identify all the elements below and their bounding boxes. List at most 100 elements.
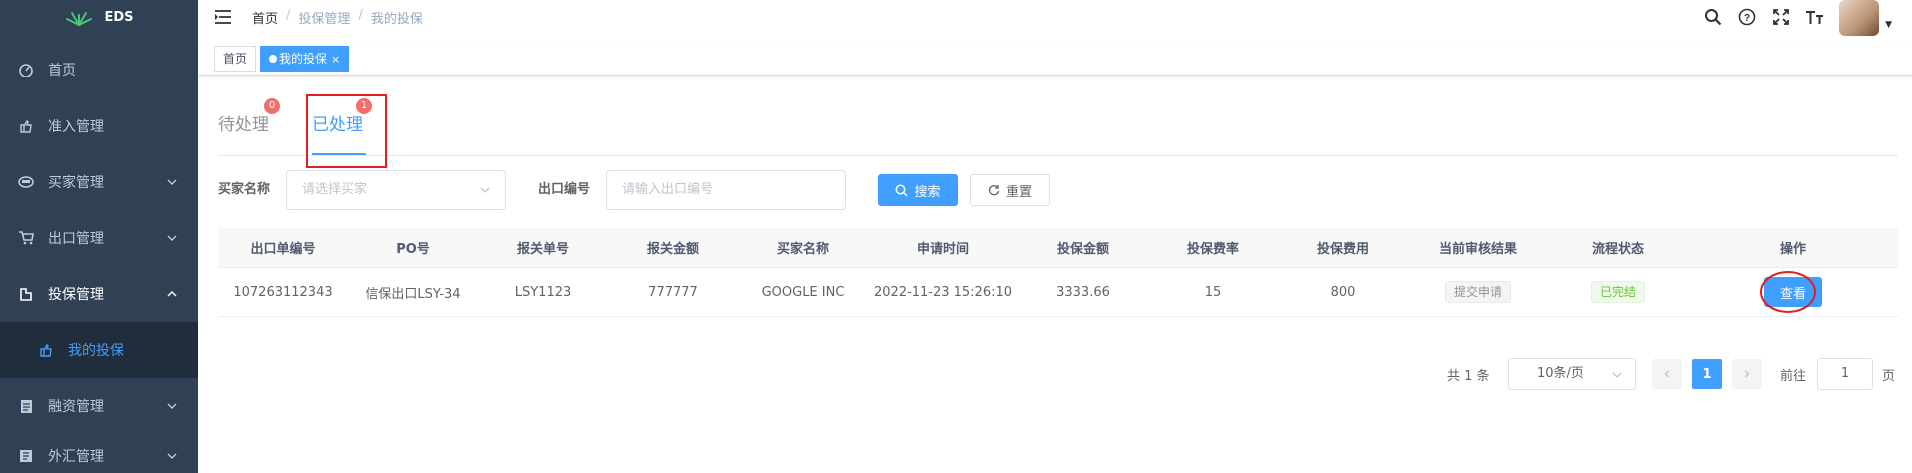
active-dot-icon (269, 55, 277, 63)
sidebar-item-insurance[interactable]: 投保管理 (0, 266, 198, 322)
sidebar-item-label: 融资管理 (48, 399, 104, 415)
sidebar-item-export[interactable]: 出口管理 (0, 210, 198, 266)
sidebar-item-label: 投保管理 (48, 287, 104, 303)
page-size-value: 10条/页 (1537, 366, 1584, 381)
column-header: 投保费用 (1316, 242, 1369, 257)
cell-po: 信保出口LSY-34 (365, 286, 461, 302)
chevron-down-icon (167, 179, 177, 185)
cell-customs-no: LSY1123 (514, 284, 572, 300)
total-count: 共 1 条 (1447, 368, 1490, 384)
tag-label: 我的投保 (279, 52, 328, 66)
export-no-label: 出口编号 (538, 182, 591, 197)
reset-button[interactable]: 重置 (970, 174, 1050, 206)
tag-home[interactable]: 首页 (214, 46, 257, 72)
column-header: 买家名称 (776, 242, 829, 257)
sidebar-item-home[interactable]: 首页 (0, 42, 198, 98)
view-button[interactable]: 查看 (1760, 271, 1822, 313)
sidebar-item-label: 买家管理 (48, 175, 104, 191)
column-header: PO号 (396, 242, 430, 257)
breadcrumb: 首页 / 投保管理 / 我的投保 (252, 8, 423, 27)
next-page-button[interactable] (1732, 359, 1762, 389)
document-icon (18, 398, 34, 414)
top-navbar: 首页 / 投保管理 / 我的投保 ? ▼ (198, 0, 1912, 36)
search-button[interactable]: 搜索 (878, 174, 958, 206)
sidebar-item-label: 出口管理 (48, 231, 104, 247)
cell-apply-time: 2022-11-23 15:26:10 (873, 284, 1013, 300)
font-size-icon[interactable] (1805, 7, 1825, 27)
cell-review-result: 提交申请 (1408, 268, 1548, 316)
page-size-select[interactable]: 10条/页 (1508, 358, 1636, 390)
app-logo: EDS (0, 0, 198, 34)
hand-icon (18, 118, 34, 134)
avatar[interactable] (1839, 0, 1880, 36)
cell-insured-amount: 3333.66 (1056, 284, 1110, 300)
breadcrumb-home[interactable]: 首页 (252, 8, 278, 27)
sidebar-item-buyer[interactable]: 买家管理 (0, 154, 198, 210)
exchange-icon (18, 448, 34, 464)
search-icon (896, 184, 909, 197)
buyer-select-placeholder: 请选择买家 (302, 182, 368, 197)
caret-down-icon[interactable]: ▼ (1885, 20, 1892, 30)
sidebar-item-forex[interactable]: 外汇管理 (0, 428, 198, 473)
cell-export-no: 107263112343 (233, 284, 333, 300)
sidebar: EDS 首页 准入管理 买家管理 出口管理 投保管理 我的投保 融资管理 外汇管… (0, 0, 198, 473)
sidebar-item-label: 我的投保 (68, 343, 124, 359)
breadcrumb-insurance: 投保管理 (298, 11, 351, 27)
chevron-down-icon (480, 187, 490, 193)
review-status-badge: 提交申请 (1444, 281, 1511, 303)
column-header: 出口单编号 (250, 242, 316, 257)
column-header: 投保费率 (1186, 242, 1239, 257)
chevron-down-icon (167, 235, 177, 241)
sidebar-item-label: 外汇管理 (48, 449, 104, 465)
flow-status-badge: 已完结 (1590, 281, 1645, 303)
prev-page-button[interactable] (1652, 359, 1682, 389)
cart-icon (18, 230, 34, 246)
chevron-right-icon (1745, 370, 1750, 378)
hamburger-icon[interactable] (214, 9, 232, 25)
reset-button-label: 重置 (1005, 184, 1032, 200)
sidebar-item-admission[interactable]: 准入管理 (0, 98, 198, 154)
status-tabs: 待处理 0 已处理 1 (218, 96, 1898, 156)
column-header: 报关金额 (646, 242, 699, 257)
column-header: 当前审核结果 (1438, 242, 1517, 257)
goto-page-input[interactable]: 1 (1817, 358, 1873, 390)
column-header: 操作 (1779, 242, 1806, 257)
chevron-down-icon (1612, 372, 1622, 378)
cell-fee: 800 (1330, 284, 1356, 300)
tag-my-insurance[interactable]: 我的投保 × (260, 46, 350, 72)
search-button-label: 搜索 (914, 184, 941, 200)
column-header: 申请时间 (916, 242, 969, 257)
refresh-icon (988, 185, 1000, 196)
annotation-highlight-circle (1760, 271, 1816, 313)
cell-rate: 15 (1204, 284, 1222, 300)
chevron-up-icon (167, 291, 177, 297)
chevron-down-icon (167, 453, 177, 459)
breadcrumb-separator: / (358, 7, 363, 23)
svg-text:?: ? (1744, 13, 1750, 24)
close-icon[interactable]: × (331, 53, 340, 66)
sidebar-item-financing[interactable]: 融资管理 (0, 378, 198, 434)
buyer-select[interactable]: 请选择买家 (286, 170, 506, 210)
chevron-left-icon (1664, 370, 1669, 378)
buyer-icon (18, 174, 34, 190)
breadcrumb-separator: / (286, 7, 291, 23)
header-tools: ? ▼ (1703, 0, 1892, 36)
page-number-button[interactable]: 1 (1692, 359, 1722, 389)
help-icon[interactable]: ? (1737, 7, 1757, 27)
sidebar-item-my-insurance[interactable]: 我的投保 (0, 322, 198, 378)
sidebar-item-label: 准入管理 (48, 119, 104, 135)
tab-pending[interactable]: 待处理 (218, 110, 269, 135)
goto-label: 前往 (1780, 368, 1807, 384)
cell-flow-status: 已完结 (1548, 268, 1688, 316)
sidebar-item-label: 首页 (48, 63, 76, 79)
chevron-down-icon (167, 403, 177, 409)
buyer-name-label: 买家名称 (218, 182, 271, 197)
export-no-input[interactable]: 请输入出口编号 (606, 170, 846, 210)
column-header: 流程状态 (1591, 242, 1644, 257)
leaf-logo-icon (66, 12, 93, 26)
annotation-highlight-box (306, 94, 387, 168)
fullscreen-icon[interactable] (1771, 7, 1791, 27)
search-icon[interactable] (1703, 7, 1723, 27)
cell-buyer: GOOGLE INC (761, 284, 845, 300)
hand-icon (38, 342, 54, 358)
